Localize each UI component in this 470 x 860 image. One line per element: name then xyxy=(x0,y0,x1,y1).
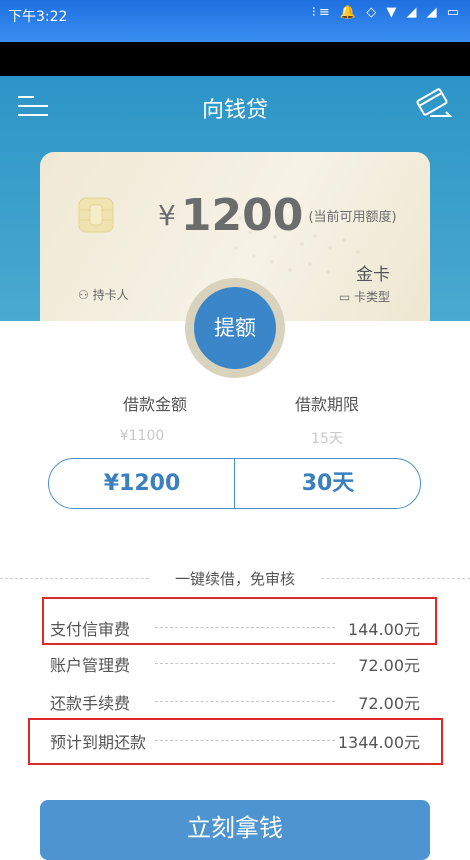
card-holder: ⚇ 持卡人 xyxy=(78,286,129,303)
highlight-box-expected-repayment xyxy=(28,718,443,765)
card-switch-icon[interactable] xyxy=(416,88,454,120)
fee-value: 72.00元 xyxy=(358,656,420,675)
credit-note: (当前可用额度) xyxy=(308,210,397,225)
card-level: 金卡 xyxy=(356,265,390,285)
card-type-icon: ▭ xyxy=(338,290,351,304)
fee-row-account-management: 账户管理费 72.00元 xyxy=(50,652,420,676)
status-icons: ⁝≡ 🔔 ◇ ▼ ◢ ◢ ▭ xyxy=(311,5,462,20)
page-title: 向钱贷 xyxy=(201,98,268,123)
renew-text: 一键续借，免审核 xyxy=(150,568,320,589)
highlight-box-credit-review xyxy=(42,597,437,645)
raise-limit-ring: 提额 xyxy=(185,278,285,378)
chip-icon xyxy=(78,197,114,233)
person-icon: ⚇ xyxy=(78,288,89,302)
black-band xyxy=(0,42,470,76)
status-bar: 下午3:22 ⁝≡ 🔔 ◇ ▼ ◢ ◢ ▭ xyxy=(0,0,470,42)
card-holder-label: 持卡人 xyxy=(92,288,129,302)
currency-symbol: ¥ xyxy=(158,199,176,232)
fee-label: 账户管理费 xyxy=(50,656,131,675)
credit-amount: 1200 xyxy=(180,190,304,241)
fee-label: 还款手续费 xyxy=(50,694,131,713)
loan-term-selector[interactable]: 30天 xyxy=(235,459,421,508)
raise-limit-button[interactable]: 提额 xyxy=(194,287,276,369)
available-credit: ¥ 1200 (当前可用额度) xyxy=(158,190,397,241)
loan-amount-selector[interactable]: ¥1200 xyxy=(49,459,235,508)
loan-selector: ¥1200 30天 xyxy=(48,458,421,509)
card-type: ▭ 卡类型 xyxy=(339,288,390,305)
fee-row-repayment-fee: 还款手续费 72.00元 xyxy=(50,690,420,714)
fee-leader xyxy=(155,663,335,664)
get-money-button[interactable]: 立刻拿钱 xyxy=(40,800,430,860)
loan-term-hint: 15天 xyxy=(311,431,343,447)
status-time: 下午3:22 xyxy=(8,9,68,25)
fee-leader xyxy=(155,701,335,702)
fee-value: 72.00元 xyxy=(358,694,420,713)
card-type-label: 卡类型 xyxy=(353,290,390,304)
loan-term-label: 借款期限 xyxy=(294,395,359,414)
loan-amount-hint: ¥1100 xyxy=(119,428,165,444)
loan-amount-label: 借款金额 xyxy=(122,395,187,414)
